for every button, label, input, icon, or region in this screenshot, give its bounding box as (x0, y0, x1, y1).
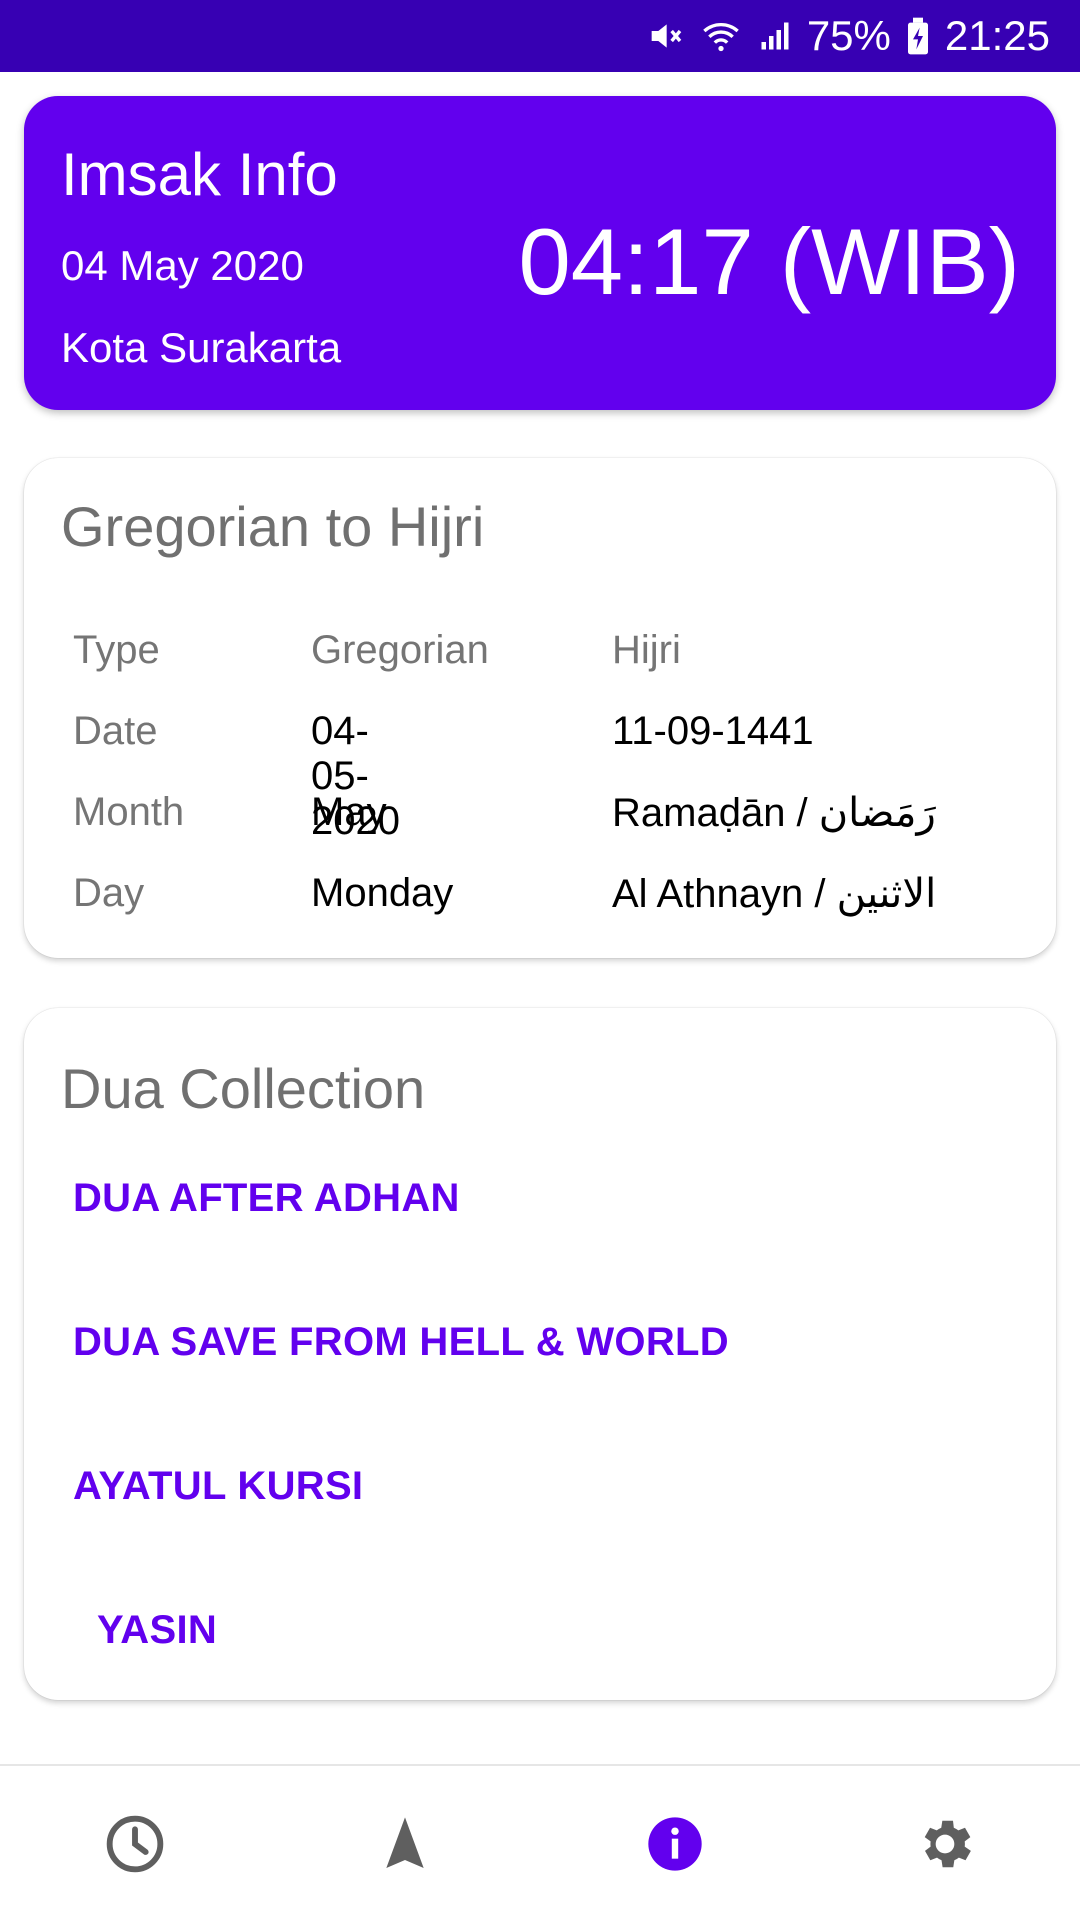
imsak-info-card: Imsak Info 04 May 2020 Kota Surakarta 04… (24, 96, 1056, 410)
row-hijri: Al Athnayn / الاثنين (612, 872, 937, 916)
header-type: Type (73, 628, 160, 672)
settings-icon[interactable] (913, 1812, 977, 1876)
status-bar: 75% 21:25 (0, 0, 1080, 72)
status-time: 21:25 (944, 12, 1050, 59)
row-type: Month (73, 790, 185, 834)
yasin-button[interactable]: YASIN (97, 1608, 217, 1653)
header-gregorian: Gregorian (311, 628, 489, 672)
signal-icon (757, 16, 793, 56)
header-hijri: Hijri (612, 628, 681, 672)
battery-percent: 75% (806, 12, 891, 59)
mute-icon (645, 16, 685, 56)
imsak-title: Imsak Info (61, 141, 338, 208)
row-gregorian: May (311, 790, 387, 834)
bottom-navigation (0, 1764, 1080, 1920)
battery-charging-icon (905, 16, 931, 56)
dua-card-title: Dua Collection (61, 1057, 426, 1120)
info-icon[interactable] (643, 1812, 707, 1876)
dua-save-from-hell-button[interactable]: DUA SAVE FROM HELL & WORLD (73, 1320, 729, 1365)
imsak-time: 04:17 (WIB) (518, 209, 1021, 314)
navigation-icon[interactable] (373, 1812, 437, 1876)
hijri-card-title: Gregorian to Hijri (61, 495, 485, 558)
clock-icon[interactable] (103, 1812, 167, 1876)
dua-collection-card: Dua Collection DUA AFTER ADHAN DUA SAVE … (24, 1008, 1056, 1700)
row-gregorian: Monday (311, 871, 454, 915)
row-hijri: 11-09-1441 (612, 709, 814, 753)
wifi-icon (699, 16, 743, 56)
dua-after-adhan-button[interactable]: DUA AFTER ADHAN (73, 1176, 460, 1221)
imsak-city: Kota Surakarta (61, 324, 342, 371)
gregorian-to-hijri-card: Gregorian to Hijri Type Gregorian Hijri … (24, 458, 1056, 958)
ayatul-kursi-button[interactable]: AYATUL KURSI (73, 1464, 363, 1509)
imsak-date: 04 May 2020 (61, 242, 304, 289)
row-hijri: Ramaḍān / رَمَضان (612, 791, 936, 835)
row-type: Day (73, 871, 145, 915)
row-type: Date (73, 709, 158, 753)
